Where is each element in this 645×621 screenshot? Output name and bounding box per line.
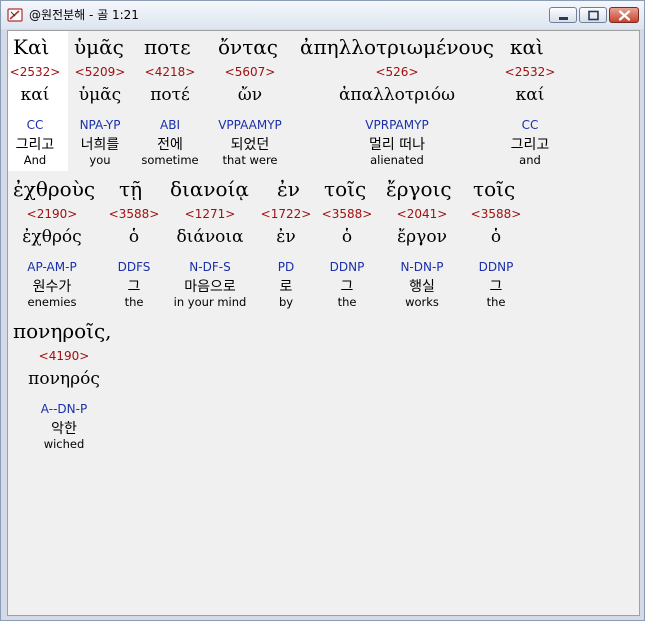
close-icon — [618, 10, 631, 21]
greek-word: ὄντας — [218, 35, 278, 59]
lemma: ἀπαλλοτριόω — [338, 85, 456, 105]
maximize-icon — [588, 10, 599, 21]
lemma: ὤν — [237, 85, 263, 105]
english-gloss: that were — [222, 153, 278, 167]
greek-word: τῇ — [119, 177, 143, 201]
strong-number: <4190> — [38, 349, 90, 363]
greek-word: ὑμᾶς — [74, 35, 124, 59]
greek-word: ἀπηλλοτριωμένους — [300, 35, 494, 59]
lemma: πονηρός — [28, 369, 100, 389]
english-gloss: alienated — [370, 153, 424, 167]
greek-word: ἐχθροὺς — [13, 177, 96, 201]
window-title: @원전분해 - 골 1:21 — [29, 8, 139, 22]
korean-gloss: 악한 — [51, 421, 77, 437]
greek-word: ἐν — [277, 177, 300, 201]
korean-gloss: 멀리 떠나 — [369, 137, 425, 153]
greek-word: Καὶ — [13, 35, 50, 59]
greek-word: τοῖς — [324, 177, 367, 201]
strong-number: <5607> — [224, 65, 276, 79]
english-gloss: the — [486, 295, 506, 309]
title-bar[interactable]: @원전분해 - 골 1:21 — [1, 1, 644, 29]
lemma: καί — [515, 85, 545, 105]
bible-icon[interactable] — [7, 7, 23, 23]
parse-code: VPRPAMYP — [365, 118, 429, 132]
strong-number: <2532> — [504, 65, 556, 79]
verse-analysis-pane[interactable]: Καὶ <2532> καί CC 그리고 And ὑμᾶς <5209> ὑμ… — [7, 30, 640, 616]
english-gloss: wiched — [43, 437, 85, 451]
korean-gloss: 그 — [489, 279, 503, 295]
minimize-button[interactable] — [549, 7, 577, 23]
parse-code: A--DN-P — [40, 402, 88, 416]
strong-number: <526> — [375, 65, 419, 79]
greek-word: τοῖς — [473, 177, 516, 201]
close-button[interactable] — [609, 7, 639, 23]
minimize-icon — [559, 17, 568, 20]
lemma: ὁ — [490, 227, 502, 247]
greek-word: πονηροῖς, — [13, 319, 112, 343]
parse-code: DDNP — [478, 260, 514, 274]
maximize-button[interactable] — [579, 7, 607, 23]
greek-word: ποτε — [144, 35, 191, 59]
korean-gloss: 되었던 — [230, 137, 270, 153]
greek-word: καὶ — [510, 35, 544, 59]
korean-gloss: 그리고 — [510, 137, 550, 153]
bottom-edge — [7, 616, 640, 619]
greek-word: ἔργοις — [386, 177, 452, 201]
parse-code: CC — [521, 118, 539, 132]
strong-number: <3588> — [470, 207, 522, 221]
english-gloss: and — [519, 153, 541, 167]
app-window: @원전분해 - 골 1:21 Καὶ <2532> καί CC 그리고 And — [0, 0, 645, 621]
parse-code: VPPAAMYP — [218, 118, 282, 132]
greek-word: διανοίᾳ — [170, 177, 249, 201]
